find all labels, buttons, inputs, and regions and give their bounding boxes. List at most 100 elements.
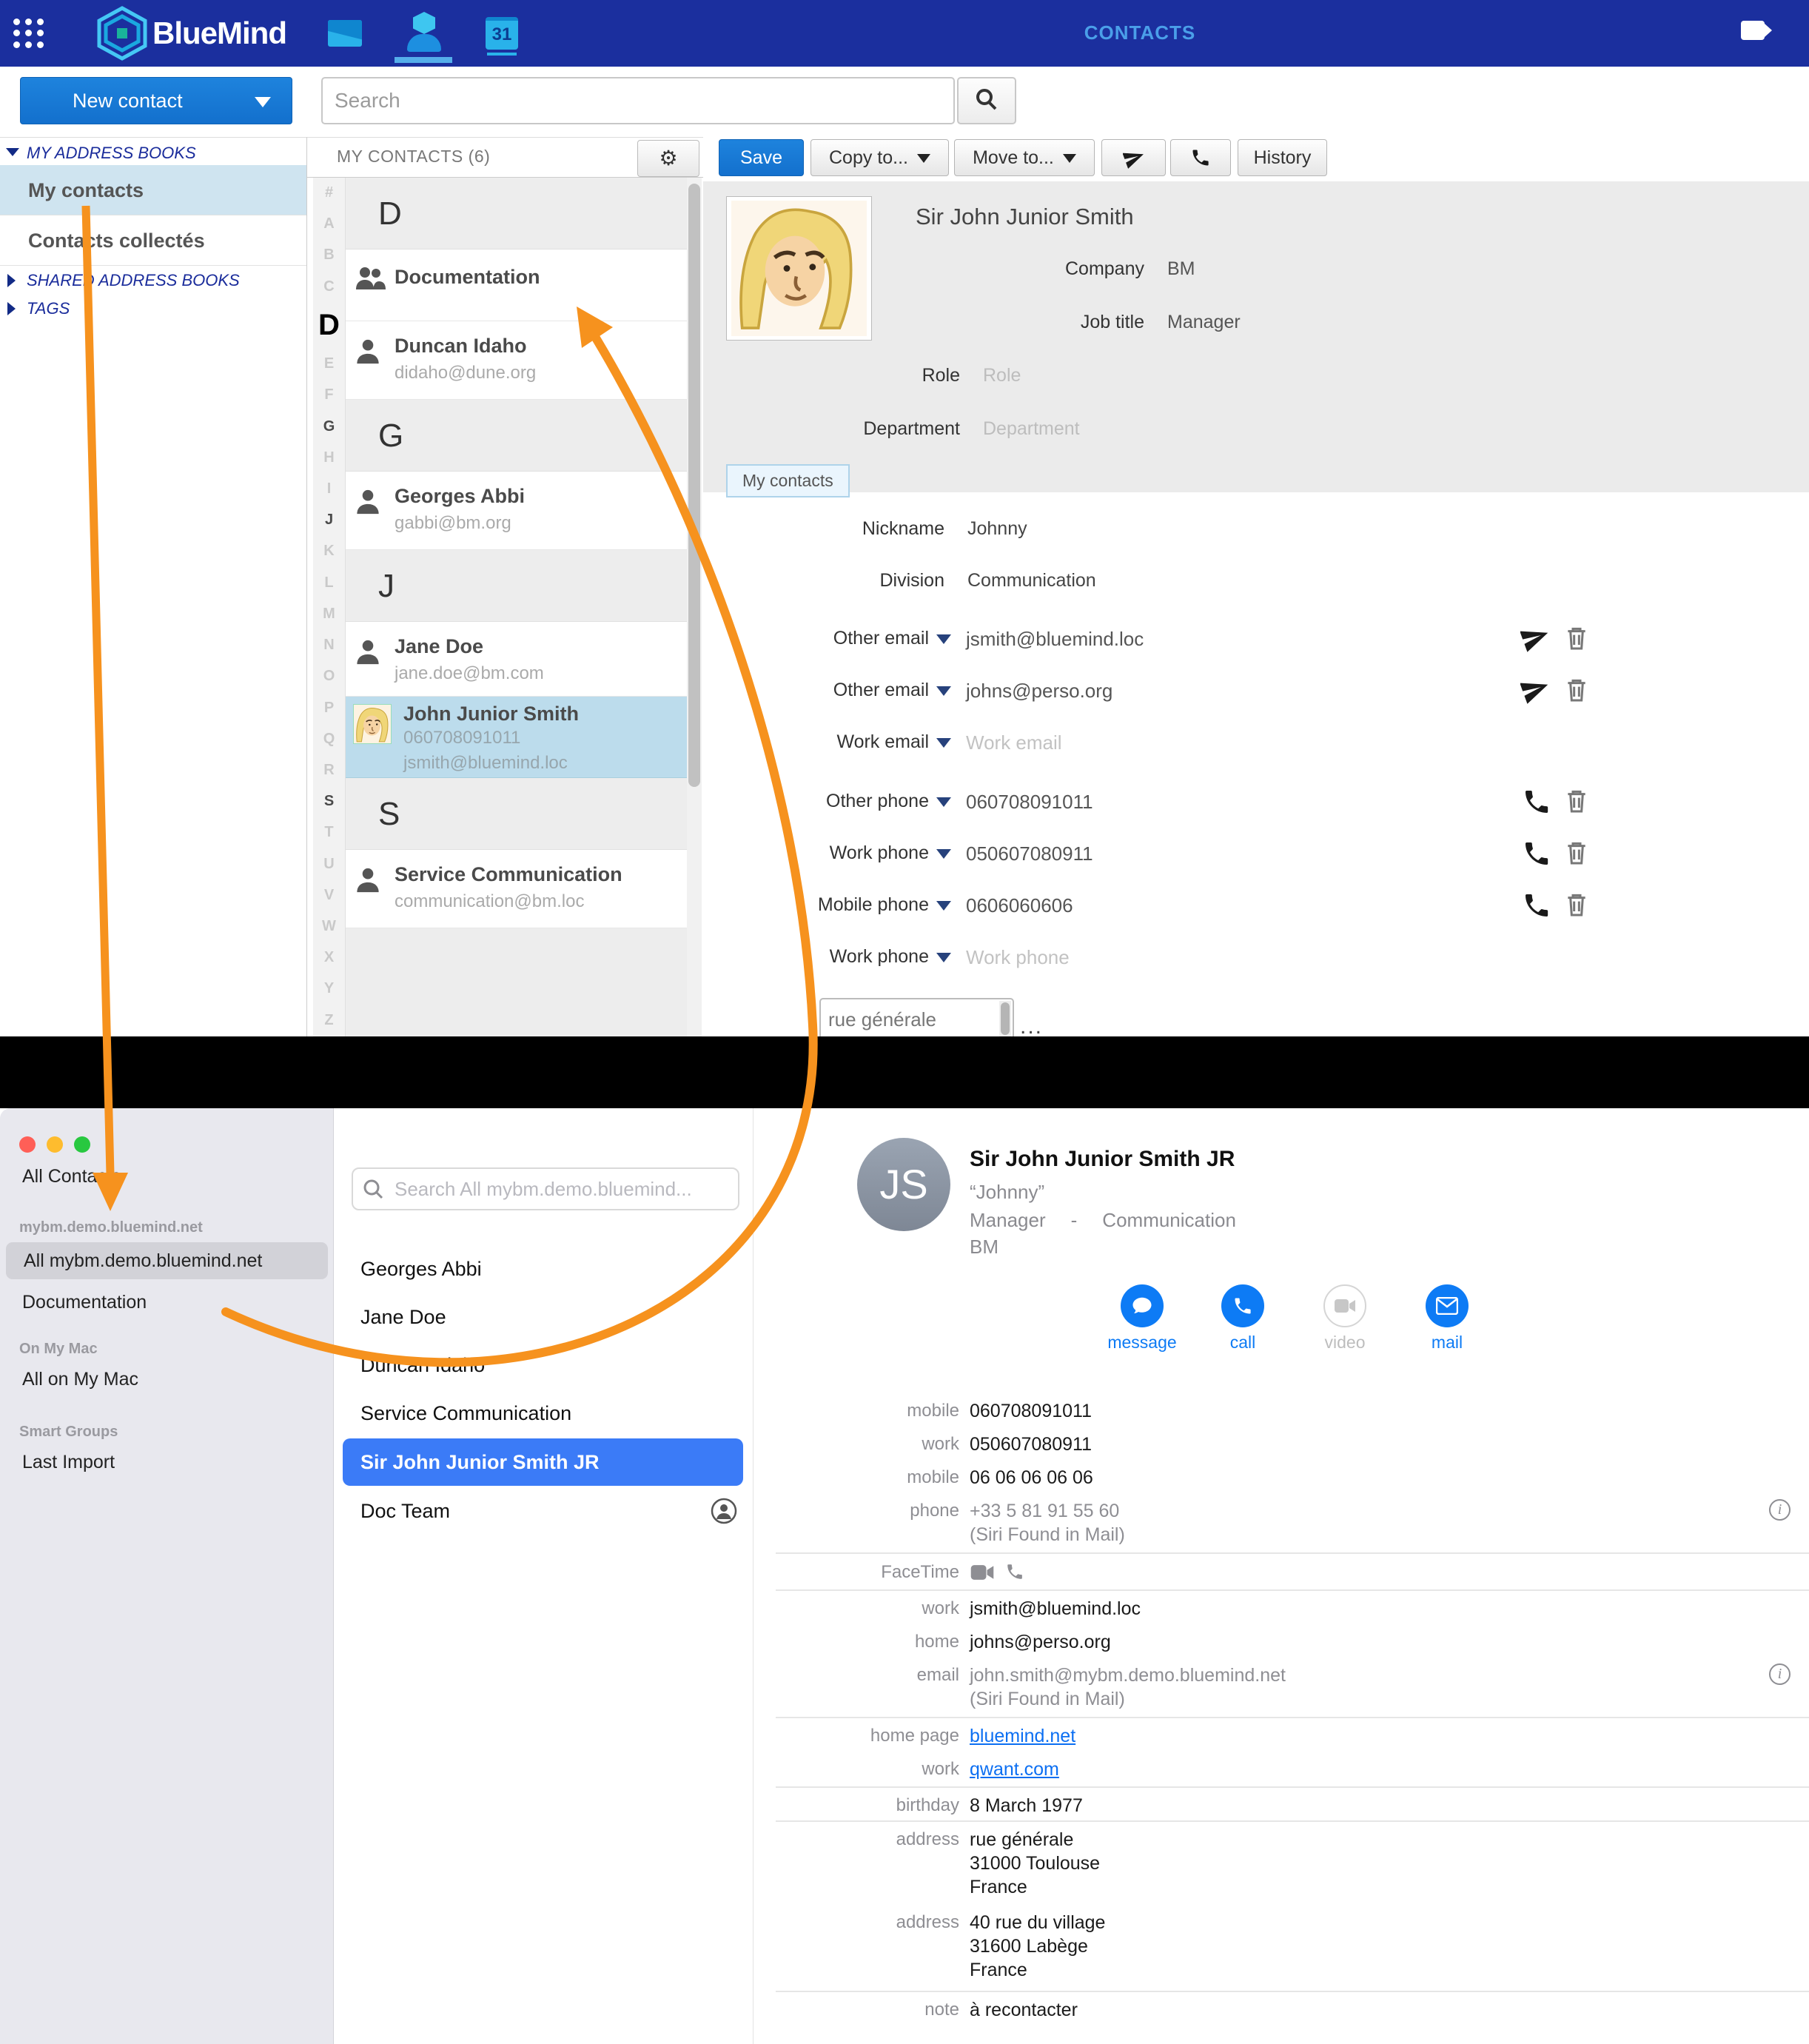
new-contact-button[interactable]: New contact: [20, 77, 292, 124]
rail-letter[interactable]: L: [324, 575, 333, 590]
list-item-doc-team[interactable]: Doc Team: [334, 1487, 754, 1535]
app-grid-icon[interactable]: [13, 19, 46, 50]
chevron-right-icon[interactable]: [7, 302, 16, 315]
trash-icon[interactable]: [1562, 837, 1591, 867]
list-settings-button[interactable]: ⚙: [637, 140, 699, 177]
address-more-ellipsis[interactable]: ...: [1020, 1014, 1043, 1036]
list-item-john-smith-selected[interactable]: Sir John Junior Smith JR: [343, 1438, 743, 1486]
list-item-duncan-idaho[interactable]: Duncan Idaho: [334, 1341, 754, 1389]
scrollbar-thumb[interactable]: [688, 184, 700, 787]
contact-photo[interactable]: [726, 196, 872, 341]
field-value[interactable]: 050607080911: [966, 842, 1093, 865]
rail-letter[interactable]: H: [323, 450, 334, 465]
field-value[interactable]: johns@perso.org: [966, 680, 1112, 703]
field-type-dropdown[interactable]: Work email: [703, 731, 929, 753]
rail-letter[interactable]: I: [327, 481, 332, 496]
rail-letter[interactable]: J: [325, 512, 333, 527]
field-type-dropdown[interactable]: Work phone: [703, 842, 929, 864]
search-input[interactable]: [352, 1167, 739, 1210]
sidebar-group-my-address-books[interactable]: MY ADDRESS BOOKS: [27, 144, 196, 163]
rail-letter[interactable]: U: [323, 857, 334, 871]
info-icon[interactable]: i: [1769, 1663, 1790, 1685]
chevron-down-icon[interactable]: [936, 953, 951, 962]
work-url-link[interactable]: qwant.com: [970, 1759, 1059, 1780]
copy-to-button[interactable]: Copy to...: [810, 139, 949, 176]
rail-letter[interactable]: C: [323, 279, 334, 294]
list-item-georges-abbi[interactable]: Georges Abbi: [334, 1245, 754, 1293]
mail-button[interactable]: [1426, 1284, 1469, 1327]
trash-icon[interactable]: [1562, 889, 1591, 919]
field-value[interactable]: 0606060606: [966, 894, 1073, 917]
list-item-jane-doe[interactable]: Jane Doe: [334, 1293, 754, 1341]
company-value[interactable]: BM: [1167, 258, 1195, 280]
job-title-value[interactable]: Manager: [1167, 312, 1241, 333]
homepage-link[interactable]: bluemind.net: [970, 1726, 1075, 1747]
rail-letter[interactable]: Z: [324, 1013, 333, 1028]
scrollbar-thumb[interactable]: [1001, 1002, 1010, 1035]
mail-icon[interactable]: [328, 20, 362, 47]
facetime-video-icon[interactable]: [970, 1564, 995, 1581]
rail-letter[interactable]: T: [324, 825, 333, 840]
rail-letter[interactable]: R: [323, 763, 334, 777]
sidebar-item-documentation[interactable]: Documentation: [22, 1292, 147, 1313]
search-input[interactable]: [321, 77, 955, 124]
sidebar-item-my-contacts[interactable]: My contacts: [0, 165, 306, 215]
paper-plane-icon[interactable]: [1520, 623, 1550, 652]
field-type-dropdown[interactable]: Work phone: [703, 946, 929, 968]
list-item-documentation[interactable]: Documentation: [346, 249, 687, 321]
addressbook-tag-chip[interactable]: My contacts: [726, 464, 850, 497]
send-mail-button[interactable]: [1101, 139, 1166, 176]
field-input-placeholder[interactable]: Work phone: [966, 946, 1070, 969]
field-type-dropdown[interactable]: Mobile phone: [703, 894, 929, 916]
rail-letter[interactable]: M: [323, 606, 335, 621]
search-button[interactable]: [957, 77, 1016, 124]
rail-letter[interactable]: A: [323, 216, 334, 231]
field-input-placeholder[interactable]: Work email: [966, 731, 1062, 754]
rail-letter-current[interactable]: D: [318, 310, 340, 340]
video-call-icon[interactable]: [1741, 21, 1765, 40]
phone-icon[interactable]: [1522, 891, 1551, 920]
sidebar-item-all-on-my-mac[interactable]: All on My Mac: [22, 1369, 138, 1390]
department-input-placeholder[interactable]: Department: [983, 418, 1080, 440]
rail-letter[interactable]: #: [325, 185, 333, 200]
sidebar-group-tags[interactable]: TAGS: [27, 299, 70, 318]
chevron-down-icon[interactable]: [936, 738, 951, 748]
sidebar-item-all-contacts[interactable]: All Contacts: [22, 1166, 121, 1187]
facetime-audio-icon[interactable]: [1005, 1562, 1024, 1581]
phone-icon[interactable]: [1522, 787, 1551, 817]
rail-letter[interactable]: S: [324, 794, 334, 808]
rail-letter[interactable]: N: [323, 637, 334, 652]
list-item-service-communication[interactable]: Service Communication communication@bm.l…: [346, 850, 687, 928]
move-to-button[interactable]: Move to...: [954, 139, 1095, 176]
close-icon[interactable]: [19, 1136, 36, 1153]
list-item-duncan-idaho[interactable]: Duncan Idaho didaho@dune.org: [346, 321, 687, 400]
call-button[interactable]: [1170, 139, 1231, 176]
zoom-icon[interactable]: [74, 1136, 90, 1153]
chevron-down-icon[interactable]: [6, 148, 19, 156]
rail-letter[interactable]: O: [323, 669, 335, 683]
contacts-icon[interactable]: [407, 12, 441, 53]
field-value[interactable]: jsmith@bluemind.loc: [966, 628, 1144, 651]
field-type-dropdown[interactable]: Other email: [703, 628, 929, 649]
rail-letter[interactable]: Y: [324, 981, 334, 996]
rail-letter[interactable]: K: [323, 543, 334, 558]
chevron-down-icon[interactable]: [936, 849, 951, 859]
trash-icon[interactable]: [1562, 674, 1591, 704]
rail-letter[interactable]: P: [324, 700, 334, 715]
address-textarea[interactable]: rue générale: [819, 998, 1014, 1036]
call-button[interactable]: [1221, 1284, 1264, 1327]
rail-letter[interactable]: E: [324, 356, 334, 371]
video-button[interactable]: [1323, 1284, 1366, 1327]
division-value[interactable]: Communication: [967, 570, 1096, 592]
sidebar-group-shared-address-books[interactable]: SHARED ADDRESS BOOKS: [27, 271, 240, 290]
role-input-placeholder[interactable]: Role: [983, 365, 1021, 386]
list-item-service-communication[interactable]: Service Communication: [334, 1390, 754, 1437]
sidebar-item-contacts-collectes[interactable]: Contacts collectés: [0, 215, 306, 266]
chevron-down-icon[interactable]: [936, 901, 951, 911]
chevron-down-icon[interactable]: [936, 797, 951, 807]
list-item-jane-doe[interactable]: Jane Doe jane.doe@bm.com: [346, 622, 687, 697]
sidebar-item-last-import[interactable]: Last Import: [22, 1452, 115, 1473]
field-type-dropdown[interactable]: Other phone: [703, 791, 929, 812]
field-value[interactable]: 060708091011: [966, 791, 1093, 814]
list-item-john-junior-smith-selected[interactable]: John Junior Smith 060708091011 jsmith@bl…: [346, 697, 687, 778]
